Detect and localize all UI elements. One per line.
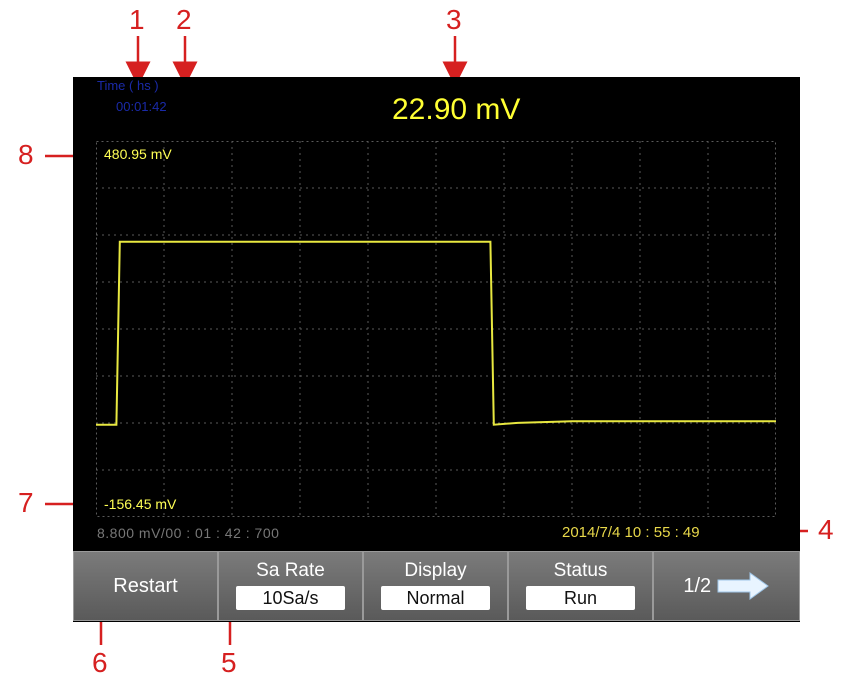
status-title: Status (553, 560, 608, 581)
callout-2: 2 (176, 4, 192, 35)
page-indicator: 1/2 (683, 575, 712, 597)
y-max-label: 480.95 mV (104, 146, 172, 162)
callout-4: 4 (818, 514, 834, 545)
display-title: Display (404, 560, 467, 581)
elapsed-time-value: 00:01:42 (116, 99, 167, 114)
callout-1: 1 (129, 4, 145, 35)
sa-rate-button[interactable]: Sa Rate 10Sa/s (218, 551, 363, 621)
callout-3: 3 (446, 4, 462, 35)
elapsed-time-label: Time ( hs ) (97, 78, 159, 93)
current-reading: 22.90 mV (392, 93, 521, 126)
datetime-readout: 2014/7/4 10 : 55 : 49 (562, 524, 700, 541)
sa-rate-value: 10Sa/s (236, 586, 345, 610)
callout-8: 8 (18, 139, 34, 170)
restart-label: Restart (113, 575, 178, 597)
status-button[interactable]: Status Run (508, 551, 653, 621)
next-page-button[interactable]: 1/2 (653, 551, 800, 621)
sa-rate-title: Sa Rate (256, 560, 325, 581)
waveform-plot (96, 141, 776, 517)
y-min-label: -156.45 mV (104, 496, 177, 512)
restart-button[interactable]: Restart (73, 551, 218, 621)
status-value: Run (526, 586, 635, 610)
callout-7: 7 (18, 487, 34, 518)
scale-readout: 8.800 mV/00 : 01 : 42 : 700 (97, 525, 280, 541)
right-arrow-icon (717, 572, 769, 600)
callout-6: 6 (92, 647, 108, 678)
callout-5: 5 (221, 647, 237, 678)
display-button[interactable]: Display Normal (363, 551, 508, 621)
display-value: Normal (381, 586, 490, 610)
